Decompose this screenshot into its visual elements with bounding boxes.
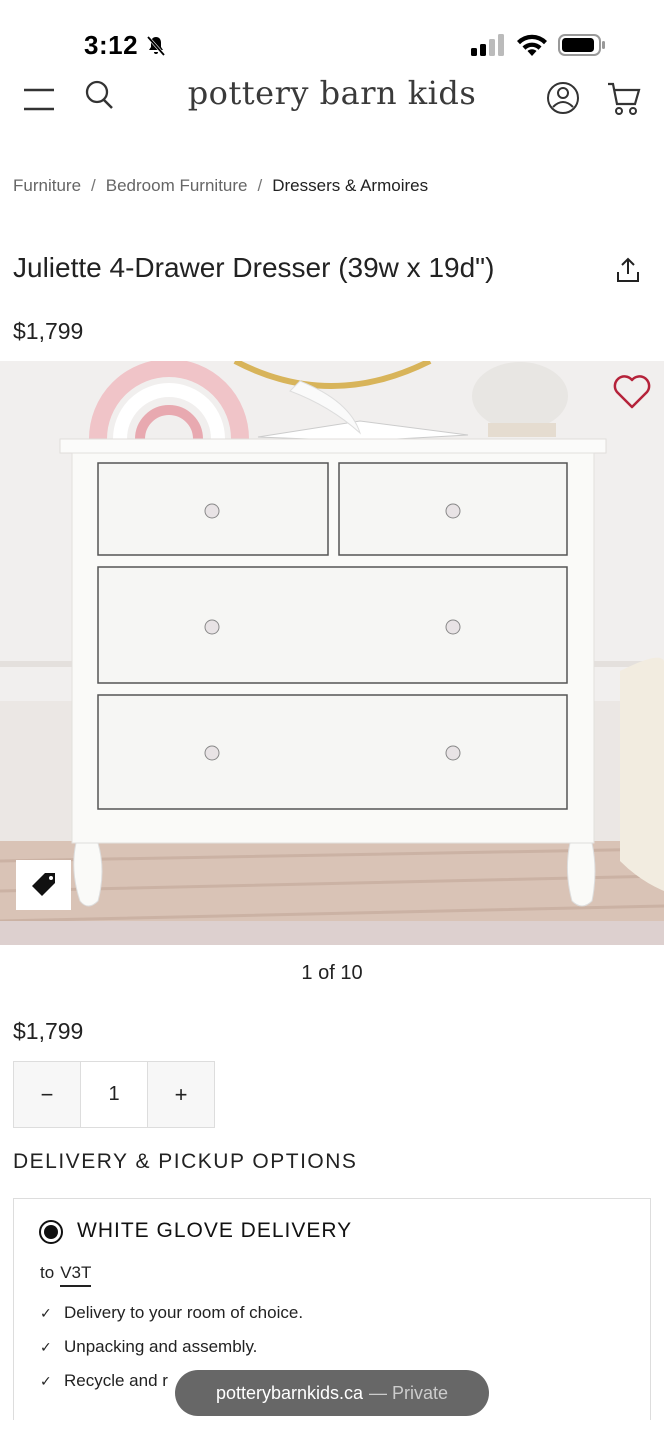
delivery-option-title: WHITE GLOVE DELIVERY (77, 1219, 353, 1242)
check-icon: ✓ (40, 1373, 52, 1389)
url-domain: potterybarnkids.ca (215, 1382, 364, 1403)
check-icon: ✓ (40, 1339, 52, 1355)
feature-text: Unpacking and assembly. (64, 1337, 258, 1356)
quantity-input[interactable]: 1 (81, 1062, 147, 1127)
image-counter: 1 of 10 (301, 962, 363, 984)
browser-url-pill[interactable]: potterybarnkids.ca — Private (175, 1370, 489, 1416)
white-glove-radio[interactable] (39, 1220, 63, 1244)
breadcrumb: Furniture / Bedroom Furniture / Dressers & A… (13, 176, 428, 196)
delivery-feature: ✓ Recycle and r (40, 1371, 168, 1391)
cart-icon[interactable] (606, 80, 642, 116)
account-icon[interactable] (545, 80, 581, 116)
feature-text: Recycle and r (64, 1371, 168, 1390)
delivery-feature: ✓ Delivery to your room of choice. (40, 1303, 303, 1323)
quantity-decrease-button[interactable]: − (14, 1062, 81, 1127)
silent-bell-icon (146, 36, 166, 56)
quantity-increase-button[interactable]: + (147, 1062, 214, 1127)
battery-icon (558, 34, 605, 56)
status-bar: 3:12 (0, 0, 664, 80)
status-time: 3:12 (84, 30, 139, 60)
product-price: $1,799 (13, 1018, 84, 1044)
cellular-signal-icon (471, 34, 504, 56)
breadcrumb-separator: / (91, 176, 96, 195)
promo-tag-button[interactable] (16, 860, 71, 910)
product-price-top: $1,799 (13, 318, 84, 344)
product-image[interactable] (0, 361, 664, 945)
delivery-destination: to V3T (40, 1263, 92, 1287)
site-header: pottery barn kids (0, 72, 664, 132)
wifi-icon (517, 34, 547, 56)
product-title: Juliette 4-Drawer Dresser (39w x 19d") (13, 252, 495, 283)
price-tag-icon (31, 873, 55, 896)
check-icon: ✓ (40, 1305, 52, 1321)
wishlist-heart-icon[interactable] (612, 374, 652, 410)
feature-text: Delivery to your room of choice. (64, 1303, 304, 1322)
delivery-heading: DELIVERY & PICKUP OPTIONS (13, 1150, 358, 1173)
dresser-photo (0, 361, 664, 945)
postal-code-link[interactable]: V3T (60, 1263, 92, 1287)
share-icon[interactable] (614, 256, 642, 284)
breadcrumb-dressers-armoires[interactable]: Dressers & Armoires (272, 176, 428, 196)
breadcrumb-bedroom-furniture[interactable]: Bedroom Furniture (106, 176, 248, 196)
private-label: — Private (369, 1382, 449, 1403)
to-label: to (40, 1263, 55, 1282)
quantity-stepper: − 1 + (13, 1061, 215, 1128)
breadcrumb-furniture[interactable]: Furniture (13, 176, 81, 196)
delivery-feature: ✓ Unpacking and assembly. (40, 1337, 257, 1357)
breadcrumb-separator: / (257, 176, 263, 195)
